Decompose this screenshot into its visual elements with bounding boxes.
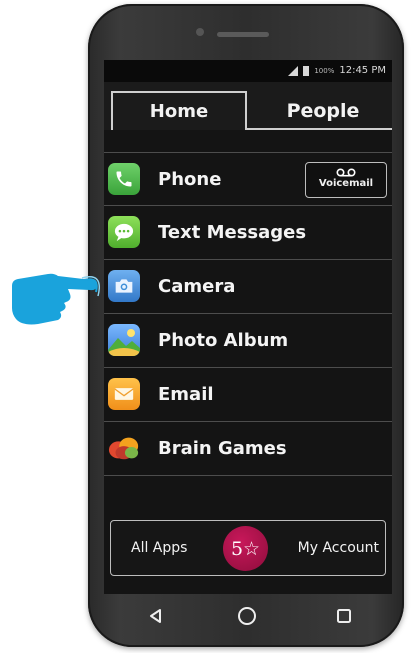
app-item-text-messages[interactable]: Text Messages (104, 206, 392, 260)
photo-album-icon (108, 324, 140, 356)
app-item-camera[interactable]: Camera (104, 260, 392, 314)
battery-icon (303, 65, 310, 76)
app-label-camera: Camera (158, 276, 236, 297)
app-label-brain-games: Brain Games (158, 438, 287, 459)
app-label-text-messages: Text Messages (158, 222, 307, 243)
my-account-button[interactable]: My Account (298, 521, 379, 575)
app-list: Phone Voicemail Text Messages Camera Pho… (104, 152, 392, 476)
signal-icon (288, 65, 299, 76)
app-item-brain-games[interactable]: Brain Games (104, 422, 392, 476)
app-label-email: Email (158, 384, 214, 405)
pointing-hand-icon (12, 273, 100, 325)
text-messages-icon (108, 216, 140, 248)
brain-games-icon (108, 432, 140, 464)
voicemail-label: Voicemail (318, 178, 374, 189)
battery-percent: 100% (314, 66, 335, 75)
home-icon (238, 607, 256, 625)
voicemail-button[interactable]: Voicemail (305, 162, 387, 198)
bottom-bar: All Apps 5☆ My Account (110, 520, 386, 576)
tab-people-label: People (286, 99, 360, 122)
phone-icon (108, 163, 140, 195)
recents-icon (337, 609, 351, 623)
app-item-phone[interactable]: Phone Voicemail (104, 152, 392, 206)
phone-screen: 100% 12:45 PM Home People Phone Voicemai… (104, 60, 392, 594)
home-button[interactable] (233, 602, 261, 630)
navigation-bar (104, 594, 392, 638)
app-item-photo-album[interactable]: Photo Album (104, 314, 392, 368)
tab-bar: Home People (104, 82, 392, 130)
front-camera (196, 28, 204, 36)
tab-people[interactable]: People (254, 91, 392, 130)
back-button[interactable] (142, 602, 170, 630)
status-time: 12:45 PM (339, 65, 386, 76)
back-icon (150, 609, 161, 623)
tab-home-label: Home (149, 101, 209, 122)
recents-button[interactable] (330, 602, 358, 630)
tab-home[interactable]: Home (111, 91, 247, 130)
status-bar: 100% 12:45 PM (104, 60, 392, 82)
app-label-photo-album: Photo Album (158, 330, 289, 351)
email-icon (108, 378, 140, 410)
app-item-email[interactable]: Email (104, 368, 392, 422)
voicemail-icon (336, 168, 356, 177)
all-apps-button[interactable]: All Apps (131, 521, 187, 575)
app-label-phone: Phone (158, 169, 222, 190)
earpiece-speaker (217, 32, 269, 37)
camera-icon (108, 270, 140, 302)
fivestar-logo-text: 5☆ (230, 537, 261, 560)
fivestar-logo-button[interactable]: 5☆ (223, 526, 268, 571)
